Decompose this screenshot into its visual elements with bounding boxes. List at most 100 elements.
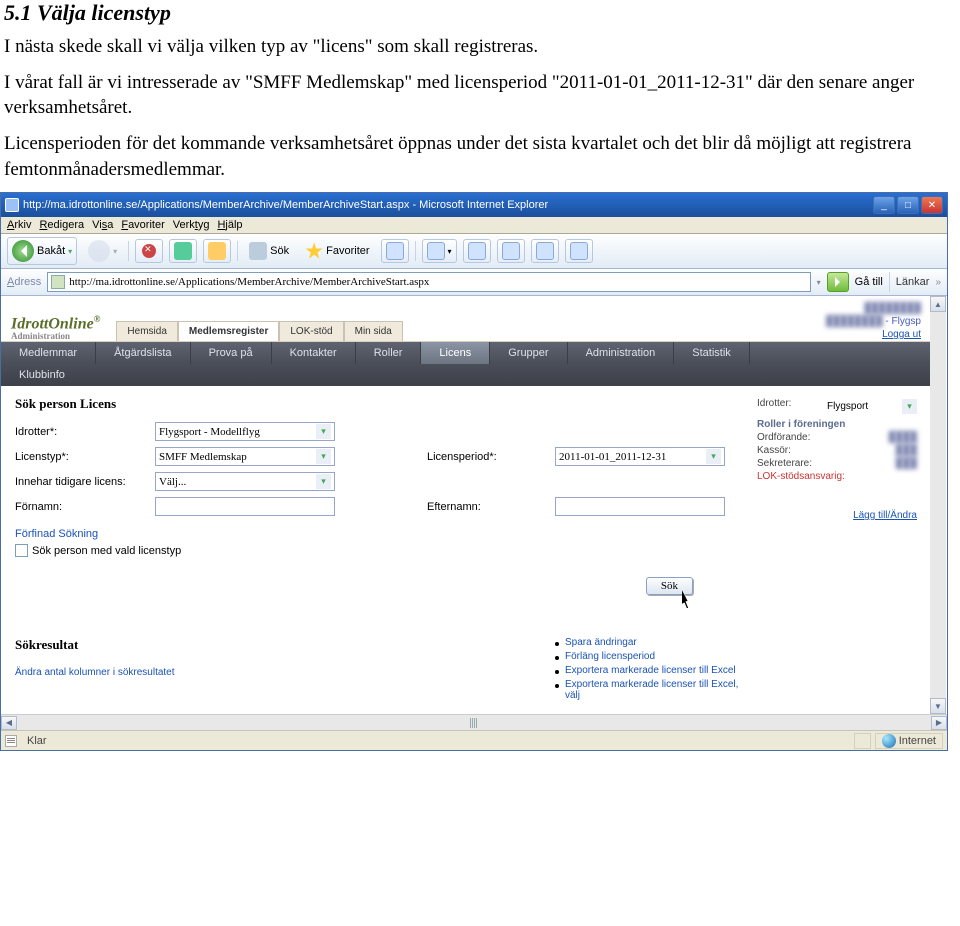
org-name-hidden: ████████	[826, 316, 883, 327]
role-lokstod-label: LOK-stödsansvarig:	[757, 471, 845, 482]
forward-button[interactable]: ▾	[83, 237, 122, 265]
change-columns-link[interactable]: Ändra antal kolumner i sökresultatet	[15, 667, 543, 678]
address-dropdown-icon[interactable]: ▾	[817, 278, 821, 287]
nav-provapa[interactable]: Prova på	[191, 342, 272, 364]
menubar: Arkiv Redigera Visa Favoriter Verktyg Hj…	[1, 217, 947, 234]
scroll-track[interactable]	[930, 312, 946, 698]
action-spara[interactable]: Spara ändringar	[553, 637, 753, 648]
select-licensperiod[interactable]: 2011-01-01_2011-12-31 ▾	[555, 447, 725, 466]
page-icon	[5, 735, 17, 747]
input-efternamn[interactable]	[555, 497, 725, 516]
discuss-icon	[536, 242, 554, 260]
doc-para-3: Licensperioden för det kommande verksamh…	[4, 131, 944, 182]
messenger-button[interactable]	[565, 239, 593, 263]
stop-icon	[142, 244, 156, 258]
tab-minsida[interactable]: Min sida	[344, 321, 403, 341]
input-fornamn[interactable]	[155, 497, 335, 516]
hscroll-track[interactable]	[17, 718, 931, 728]
nav-statistik[interactable]: Statistik	[674, 342, 750, 364]
messenger-icon	[570, 242, 588, 260]
select-innehar[interactable]: Välj... ▾	[155, 472, 335, 491]
action-export-excel[interactable]: Exportera markerade licenser till Excel	[553, 665, 753, 676]
tab-hemsida[interactable]: Hemsida	[116, 321, 177, 341]
nav-klubbinfo[interactable]: Klubbinfo	[1, 364, 83, 386]
go-button[interactable]	[827, 272, 849, 292]
nav-atgardslista[interactable]: Åtgärdslista	[96, 342, 190, 364]
right-sidebar: Idrotter: Flygsport ▾ Roller i föreninge…	[757, 396, 917, 704]
role-kassor-value: ███	[896, 445, 917, 456]
menu-verktyg[interactable]: Verktyg	[173, 219, 210, 231]
mail-button[interactable]: ▾	[422, 239, 457, 263]
nav-grupper[interactable]: Grupper	[490, 342, 567, 364]
mail-icon	[427, 242, 445, 260]
close-button[interactable]: ✕	[921, 196, 943, 214]
nav-administration[interactable]: Administration	[568, 342, 675, 364]
history-icon	[386, 242, 404, 260]
action-forlang[interactable]: Förläng licensperiod	[553, 651, 753, 662]
ie-logo-icon	[5, 198, 19, 212]
side-idrotter-label: Idrotter:	[757, 398, 791, 415]
side-idrotter-select[interactable]: Flygsport ▾	[827, 398, 917, 415]
chevron-down-icon: ▾	[902, 399, 917, 414]
refined-search-link[interactable]: Förfinad Sökning	[15, 528, 753, 540]
logo: IdrottOnline® Administration	[11, 314, 100, 341]
search-button[interactable]: Sök	[244, 239, 294, 263]
nav-licens[interactable]: Licens	[421, 342, 490, 364]
menu-visa[interactable]: Visa	[92, 219, 113, 231]
home-button[interactable]	[203, 239, 231, 263]
brand-tabs: Hemsida Medlemsregister LOK-stöd Min sid…	[116, 321, 402, 341]
nav-kontakter[interactable]: Kontakter	[272, 342, 356, 364]
nav-medlemmar[interactable]: Medlemmar	[1, 342, 96, 364]
scroll-down-icon[interactable]: ▼	[930, 698, 946, 714]
search-icon	[249, 242, 267, 260]
go-label: Gå till	[855, 276, 883, 288]
discuss-button[interactable]	[531, 239, 559, 263]
links-label[interactable]: Länkar	[896, 276, 930, 288]
menu-hjalp[interactable]: Hjälp	[217, 219, 242, 231]
scroll-right-icon[interactable]: ▶	[931, 716, 947, 730]
doc-para-1: I nästa skede skall vi välja vilken typ …	[4, 34, 944, 60]
refresh-button[interactable]	[169, 239, 197, 263]
role-sekreterare-value: ███	[896, 458, 917, 469]
maximize-button[interactable]: □	[897, 196, 919, 214]
address-bar: Adress http://ma.idrottonline.se/Applica…	[1, 269, 947, 296]
stop-button[interactable]	[135, 239, 163, 263]
checkbox-vald-licenstyp[interactable]	[15, 544, 28, 557]
scroll-left-icon[interactable]: ◀	[1, 716, 17, 730]
print-button[interactable]	[463, 239, 491, 263]
tab-medlemsregister[interactable]: Medlemsregister	[178, 321, 279, 341]
favorites-button[interactable]: Favoriter	[300, 239, 374, 263]
select-licenstyp[interactable]: SMFF Medlemskap ▾	[155, 447, 335, 466]
favorites-label: Favoriter	[326, 245, 369, 257]
add-edit-link[interactable]: Lägg till/Ändra	[853, 510, 917, 521]
window-title: http://ma.idrottonline.se/Applications/M…	[23, 199, 873, 211]
links-chevron-icon[interactable]: »	[935, 277, 941, 288]
action-export-excel-valj[interactable]: Exportera markerade licenser till Excel,…	[553, 679, 753, 701]
menu-arkiv[interactable]: Arkiv	[7, 219, 31, 231]
sok-button[interactable]: Sök	[646, 577, 693, 595]
menu-favoriter[interactable]: Favoriter	[121, 219, 164, 231]
vertical-scrollbar[interactable]: ▲ ▼	[930, 296, 946, 714]
chevron-down-icon: ▾	[316, 449, 331, 464]
url-text: http://ma.idrottonline.se/Applications/M…	[69, 276, 429, 288]
user-name-hidden: ████████	[864, 303, 921, 314]
search-panel: Sök person Licens Idrotter*: Flygsport -…	[15, 396, 753, 704]
back-button[interactable]: Bakåt ▾	[7, 237, 77, 265]
role-kassor-label: Kassör:	[757, 445, 791, 456]
sub-nav: Klubbinfo	[1, 364, 931, 386]
logout-link[interactable]: Logga ut	[882, 329, 921, 340]
scroll-up-icon[interactable]: ▲	[930, 296, 946, 312]
horizontal-scrollbar[interactable]: ◀ ▶	[1, 714, 947, 730]
doc-para-2: I vårat fall är vi intresserade av "SMFF…	[4, 70, 944, 121]
menu-redigera[interactable]: Redigera	[39, 219, 84, 231]
history-button[interactable]	[381, 239, 409, 263]
label-innehar: Innehar tidigare licens:	[15, 476, 155, 488]
toolbar: Bakåt ▾ ▾ Sök Favoriter ▾	[1, 234, 947, 269]
edit-button[interactable]	[497, 239, 525, 263]
nav-roller[interactable]: Roller	[356, 342, 422, 364]
address-input[interactable]: http://ma.idrottonline.se/Applications/M…	[47, 272, 810, 292]
select-idrotter[interactable]: Flygsport - Modellflyg ▾	[155, 422, 335, 441]
tab-lokstod[interactable]: LOK-stöd	[279, 321, 343, 341]
minimize-button[interactable]: _	[873, 196, 895, 214]
select-idrotter-value: Flygsport - Modellflyg	[159, 426, 260, 438]
